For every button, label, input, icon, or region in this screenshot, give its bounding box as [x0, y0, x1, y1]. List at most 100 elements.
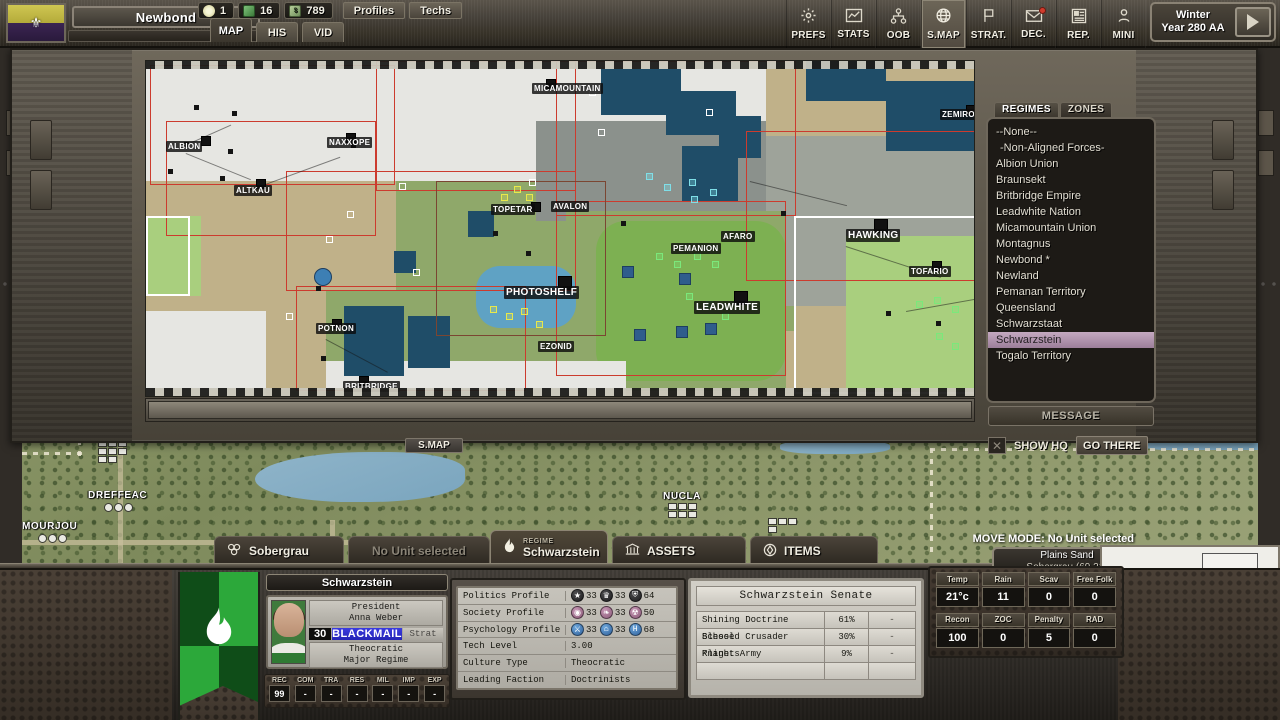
gauge-zoc[interactable]: ZOC 0 — [981, 612, 1025, 651]
hex-marker-friendly[interactable] — [934, 297, 941, 304]
hex-marker-friendly[interactable] — [674, 261, 681, 268]
stat-tra[interactable]: TRA - — [320, 677, 343, 705]
oob-tool[interactable]: OOB — [876, 0, 921, 48]
smap-trim-panel[interactable] — [30, 120, 52, 160]
hex-marker-hostile[interactable] — [679, 273, 691, 285]
hex-marker[interactable] — [347, 211, 354, 218]
hex-marker[interactable] — [529, 179, 536, 186]
hex-marker-neutral[interactable] — [536, 321, 543, 328]
list-item[interactable]: Leadwhite Nation — [988, 204, 1154, 220]
hex-marker-friendly[interactable] — [952, 306, 959, 313]
tab-regime[interactable]: REGIME Schwarzstein — [490, 530, 608, 566]
gauge-temp[interactable]: Temp 21°c — [936, 572, 979, 610]
settlement-dot[interactable] — [168, 169, 173, 174]
hex-marker-friendly[interactable] — [952, 343, 959, 350]
hex-marker-hostile[interactable] — [622, 266, 634, 278]
smap-tool[interactable]: S.MAP — [921, 0, 966, 48]
hex-marker-neutral[interactable] — [501, 194, 508, 201]
profiles-button[interactable]: Profiles — [342, 2, 406, 19]
hex-marker[interactable] — [399, 183, 406, 190]
hex-marker-neutral[interactable] — [506, 313, 513, 320]
go-there-button[interactable]: GO THERE — [1075, 436, 1148, 455]
list-item[interactable]: Togalo Territory — [988, 348, 1154, 364]
mini-tool[interactable]: MINI — [1101, 0, 1146, 48]
table-row[interactable]: Blessed Crusader Knights 30% - — [697, 629, 915, 659]
list-item[interactable]: Braunsekt — [988, 172, 1154, 188]
list-item[interactable]: Britbridge Empire — [988, 188, 1154, 204]
table-row[interactable]: Planet Army 9% - — [697, 646, 915, 663]
tab-no-unit[interactable]: No Unit selected — [348, 536, 490, 566]
list-item[interactable]: Queensland — [988, 300, 1154, 316]
hex-marker[interactable] — [413, 269, 420, 276]
player-flag-badge[interactable]: ⚜ — [6, 3, 66, 43]
hex-marker-friendly[interactable] — [712, 261, 719, 268]
hex-marker-allied[interactable] — [646, 173, 653, 180]
settlement-dot[interactable] — [220, 176, 225, 181]
rep-tool[interactable]: REP. — [1056, 0, 1101, 48]
map-horizontal-scrollbar[interactable] — [145, 398, 975, 422]
hex-marker-neutral[interactable] — [514, 186, 521, 193]
world-map-canvas[interactable]: ALBION ALTKAU NAXXOPE MICAMOUNTAIN ZEMIR… — [145, 60, 975, 397]
hex-marker-friendly[interactable] — [686, 293, 693, 300]
smap-trim-panel[interactable] — [1212, 120, 1234, 160]
tab-map[interactable]: MAP — [210, 18, 252, 42]
list-item[interactable]: Schwarzstaat — [988, 316, 1154, 332]
end-turn-button[interactable] — [1235, 7, 1271, 37]
resource-cash[interactable]: $ 789 — [284, 2, 333, 19]
strat-tool[interactable]: STRAT. — [966, 0, 1011, 48]
gauge-free-folk[interactable]: Free Folk 0 — [1073, 572, 1116, 610]
stat-res[interactable]: RES - — [346, 677, 369, 705]
stat-mil[interactable]: MIL - — [371, 677, 394, 705]
hex-marker-neutral[interactable] — [521, 308, 528, 315]
hex-marker-friendly[interactable] — [694, 253, 701, 260]
settlement-dot[interactable] — [321, 356, 326, 361]
settlement-dot[interactable] — [886, 311, 891, 316]
settlement-dot[interactable] — [781, 211, 786, 216]
hex-marker-neutral[interactable] — [526, 194, 533, 201]
hex-marker[interactable] — [706, 109, 713, 116]
techs-button[interactable]: Techs — [409, 2, 463, 19]
gauge-scav[interactable]: Scav 0 — [1027, 572, 1071, 610]
map-scroll-thumb[interactable] — [148, 401, 972, 419]
table-row[interactable]: Shining Doctrine School 61% - — [697, 612, 915, 642]
settlement-dot[interactable] — [936, 321, 941, 326]
stat-rec[interactable]: REC 99 — [268, 677, 291, 705]
gauge-rain[interactable]: Rain 11 — [981, 572, 1025, 610]
list-item[interactable]: Albion Union — [988, 156, 1154, 172]
gauge-rad[interactable]: RAD 0 — [1073, 612, 1116, 651]
tab-regimes[interactable]: REGIMES — [994, 102, 1059, 117]
tab-vid[interactable]: VID — [302, 22, 344, 42]
smap-trim-panel[interactable] — [1212, 170, 1234, 210]
hex-marker-allied[interactable] — [664, 184, 671, 191]
tab-zones[interactable]: ZONES — [1059, 102, 1113, 117]
tab-items[interactable]: ITEMS — [750, 536, 878, 566]
hex-marker[interactable] — [326, 236, 333, 243]
settlement-dot[interactable] — [316, 286, 321, 291]
table-row-empty[interactable] — [697, 663, 915, 680]
hex-marker-neutral[interactable] — [490, 306, 497, 313]
stats-tool[interactable]: STATS — [831, 0, 876, 48]
stat-imp[interactable]: IMP - — [397, 677, 420, 705]
tab-assets[interactable]: ASSETS — [612, 536, 746, 566]
hex-marker-friendly[interactable] — [656, 253, 663, 260]
hex-marker-hostile[interactable] — [634, 329, 646, 341]
hex-marker[interactable] — [598, 129, 605, 136]
stat-com[interactable]: COM - — [294, 677, 317, 705]
list-item[interactable]: -Non-Aligned Forces- — [988, 140, 1154, 156]
prefs-tool[interactable]: PREFS — [786, 0, 831, 48]
list-item[interactable]: Micamountain Union — [988, 220, 1154, 236]
list-item[interactable]: Newbond * — [988, 252, 1154, 268]
hex-marker-friendly[interactable] — [722, 313, 729, 320]
regime-list[interactable]: --None-- -Non-Aligned Forces- Albion Uni… — [986, 117, 1156, 403]
hex-marker-friendly[interactable] — [916, 301, 923, 308]
smap-window-tab[interactable]: S.MAP — [405, 438, 463, 453]
settlement-dot[interactable] — [194, 105, 199, 110]
gauge-penalty[interactable]: Penalty 5 — [1027, 612, 1071, 651]
hex-marker-allied[interactable] — [710, 189, 717, 196]
message-button[interactable]: MESSAGE — [988, 406, 1154, 426]
settlement-dot[interactable] — [228, 149, 233, 154]
hex-marker-hostile[interactable] — [705, 323, 717, 335]
resource-supply[interactable]: 16 — [238, 2, 281, 19]
avatar[interactable] — [271, 600, 307, 664]
hex-marker-friendly[interactable] — [936, 333, 943, 340]
